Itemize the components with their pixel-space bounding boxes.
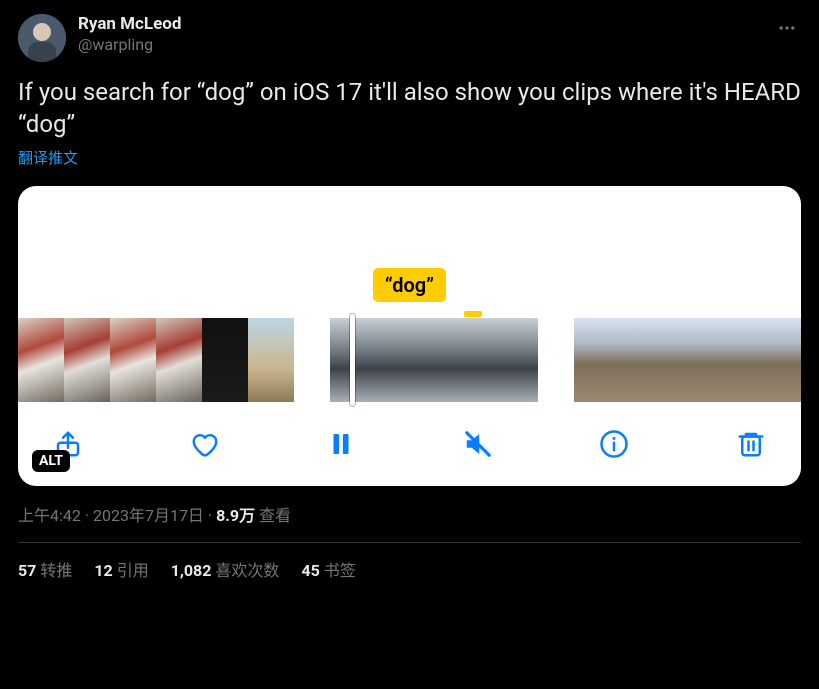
author-name-block[interactable]: Ryan McLeod @warpling [78, 14, 181, 55]
media-card[interactable]: “dog” [18, 186, 801, 486]
clip-frame [18, 318, 64, 402]
pause-icon[interactable] [321, 424, 361, 464]
meta-views-label: 查看 [255, 506, 291, 525]
meta-views-value: 8.9万 [216, 506, 255, 525]
stat-retweets[interactable]: 57转推 [18, 557, 72, 581]
scrub-marker [464, 311, 482, 317]
meta-date[interactable]: 2023年7月17日 [93, 506, 204, 525]
media-top-space [18, 186, 801, 268]
clip-frame [712, 318, 758, 402]
clip-frame [434, 318, 486, 402]
clip-group-2 [330, 318, 538, 402]
caption-row: “dog” [18, 268, 801, 318]
mute-icon[interactable] [458, 424, 498, 464]
clip-frame [382, 318, 434, 402]
heart-icon[interactable] [185, 424, 225, 464]
clip-group-3 [574, 318, 801, 402]
stat-quotes[interactable]: 12引用 [94, 557, 148, 581]
clip-frame [486, 318, 538, 402]
clip-frame [202, 318, 248, 402]
media-toolbar [18, 402, 801, 486]
trash-icon[interactable] [731, 424, 771, 464]
stat-bookmarks[interactable]: 45书签 [301, 557, 355, 581]
handle: @warpling [78, 35, 181, 55]
alt-badge[interactable]: ALT [32, 450, 70, 472]
clip-frame [110, 318, 156, 402]
clip-frame [64, 318, 110, 402]
playhead[interactable] [350, 314, 355, 406]
stat-likes[interactable]: 1,082喜欢次数 [171, 557, 280, 581]
clip-frame [758, 318, 801, 402]
avatar[interactable] [18, 14, 66, 62]
tweet-text: If you search for “dog” on iOS 17 it'll … [18, 76, 801, 141]
more-button[interactable] [773, 14, 801, 42]
meta-time[interactable]: 上午4:42 [18, 506, 81, 525]
tweet-header: Ryan McLeod @warpling [18, 14, 801, 62]
display-name: Ryan McLeod [78, 14, 181, 35]
tweet-meta: 上午4:42 · 2023年7月17日 · 8.9万 查看 [18, 502, 801, 526]
clip-group-1 [18, 318, 294, 402]
divider [18, 542, 801, 543]
caption-bubble: “dog” [373, 268, 446, 302]
clip-frame [666, 318, 712, 402]
clip-frame [574, 318, 620, 402]
clip-timeline[interactable] [18, 318, 801, 402]
tweet-container: Ryan McLeod @warpling If you search for … [0, 0, 819, 581]
clip-frame [330, 318, 382, 402]
info-icon[interactable] [594, 424, 634, 464]
clip-frame [620, 318, 666, 402]
clip-frame [248, 318, 294, 402]
media-inner: “dog” [18, 186, 801, 486]
tweet-stats: 57转推 12引用 1,082喜欢次数 45书签 [18, 557, 801, 581]
clip-frame [156, 318, 202, 402]
translate-link[interactable]: 翻译推文 [18, 147, 801, 168]
